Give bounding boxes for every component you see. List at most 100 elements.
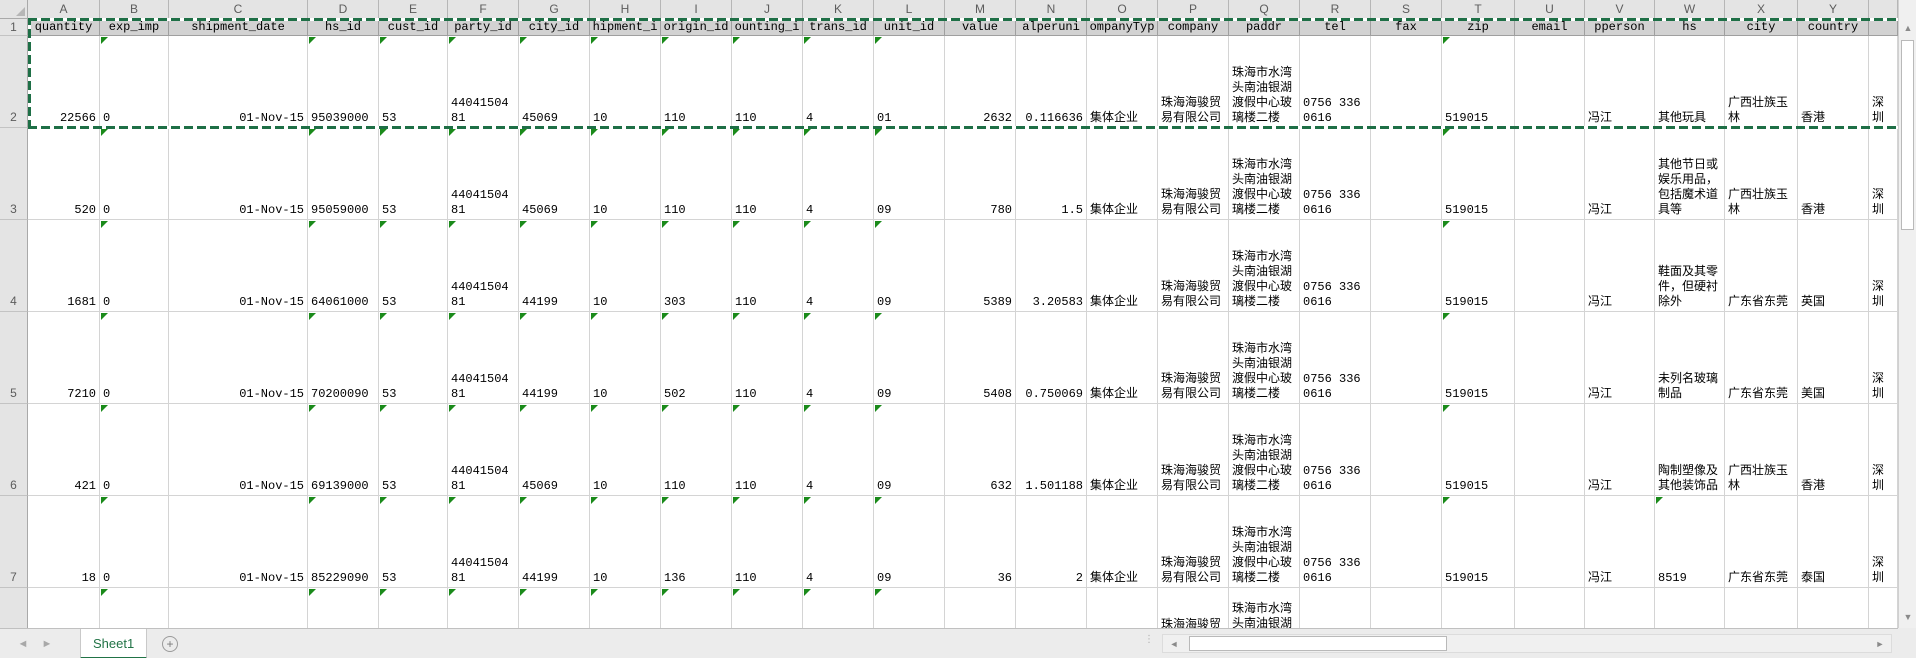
cell-H3[interactable]: 10 — [590, 128, 661, 220]
cell-T2[interactable]: 519015 — [1442, 36, 1515, 128]
cell-R8[interactable] — [1300, 588, 1371, 628]
cell-A3[interactable]: 520 — [28, 128, 100, 220]
cell-K5[interactable]: 4 — [803, 312, 874, 404]
cell-X2[interactable]: 广西壮族玉林 — [1725, 36, 1798, 128]
column-header-Q[interactable]: Q — [1229, 0, 1300, 19]
cell-R7[interactable]: 0756 3360616 — [1300, 496, 1371, 588]
column-header-N[interactable]: N — [1016, 0, 1087, 19]
cell-R3[interactable]: 0756 3360616 — [1300, 128, 1371, 220]
cell-I3[interactable]: 110 — [661, 128, 732, 220]
cell-W7[interactable]: 8519 — [1655, 496, 1725, 588]
cell-N3[interactable]: 1.5 — [1016, 128, 1087, 220]
header-cell-Q1[interactable]: paddr — [1229, 19, 1300, 36]
cell-R6[interactable]: 0756 3360616 — [1300, 404, 1371, 496]
cell-Q4[interactable]: 珠海市水湾头南油银湖渡假中心玻璃楼二楼 — [1229, 220, 1300, 312]
cell-K8[interactable] — [803, 588, 874, 628]
cell-C7[interactable]: 01-Nov-15 — [169, 496, 308, 588]
header-cell-N1[interactable]: alperuni — [1016, 19, 1087, 36]
header-cell-U1[interactable]: email — [1515, 19, 1585, 36]
cell-K3[interactable]: 4 — [803, 128, 874, 220]
header-cell-I1[interactable]: origin_id — [661, 19, 732, 36]
column-header-T[interactable]: T — [1442, 0, 1515, 19]
cell-M8[interactable] — [945, 588, 1016, 628]
scroll-up-icon[interactable]: ▲ — [1899, 19, 1916, 37]
column-header-B[interactable]: B — [100, 0, 169, 19]
cell-P2[interactable]: 珠海海骏贸易有限公司 — [1158, 36, 1229, 128]
cell-P8[interactable]: 珠海海骏贸易有限公司 — [1158, 588, 1229, 628]
column-header-V[interactable]: V — [1585, 0, 1655, 19]
cell-S7[interactable] — [1371, 496, 1442, 588]
cell-Z8[interactable] — [1869, 588, 1898, 628]
tab-splitter-handle[interactable]: ⋮ — [1144, 635, 1154, 645]
cell-V7[interactable]: 冯江 — [1585, 496, 1655, 588]
cell-B3[interactable]: 0 — [100, 128, 169, 220]
row-header-7[interactable]: 7 — [0, 496, 28, 588]
cell-V2[interactable]: 冯江 — [1585, 36, 1655, 128]
cell-X3[interactable]: 广西壮族玉林 — [1725, 128, 1798, 220]
vertical-scrollbar-thumb[interactable] — [1901, 40, 1914, 230]
cell-Y2[interactable]: 香港 — [1798, 36, 1869, 128]
cell-Z5[interactable]: 深圳 — [1869, 312, 1898, 404]
cell-G5[interactable]: 44199 — [519, 312, 590, 404]
cell-F5[interactable]: 4404150481 — [448, 312, 519, 404]
column-header-O[interactable]: O — [1087, 0, 1158, 19]
cell-W5[interactable]: 未列名玻璃制品 — [1655, 312, 1725, 404]
cell-J3[interactable]: 110 — [732, 128, 803, 220]
cell-I2[interactable]: 110 — [661, 36, 732, 128]
cell-E7[interactable]: 53 — [379, 496, 448, 588]
cell-L8[interactable] — [874, 588, 945, 628]
cell-O8[interactable] — [1087, 588, 1158, 628]
column-header-A[interactable]: A — [28, 0, 100, 19]
cell-J4[interactable]: 110 — [732, 220, 803, 312]
cell-O2[interactable]: 集体企业 — [1087, 36, 1158, 128]
cell-F7[interactable]: 4404150481 — [448, 496, 519, 588]
cell-K7[interactable]: 4 — [803, 496, 874, 588]
cell-B5[interactable]: 0 — [100, 312, 169, 404]
cell-H4[interactable]: 10 — [590, 220, 661, 312]
column-header-C[interactable]: C — [169, 0, 308, 19]
column-header-J[interactable]: J — [732, 0, 803, 19]
cell-T6[interactable]: 519015 — [1442, 404, 1515, 496]
row-header-4[interactable]: 4 — [0, 220, 28, 312]
column-header-P[interactable]: P — [1158, 0, 1229, 19]
cell-E4[interactable]: 53 — [379, 220, 448, 312]
select-all-corner[interactable] — [0, 0, 28, 19]
cell-K4[interactable]: 4 — [803, 220, 874, 312]
cell-L5[interactable]: 09 — [874, 312, 945, 404]
cell-K2[interactable]: 4 — [803, 36, 874, 128]
cell-V5[interactable]: 冯江 — [1585, 312, 1655, 404]
cell-W8[interactable] — [1655, 588, 1725, 628]
cell-Q6[interactable]: 珠海市水湾头南油银湖渡假中心玻璃楼二楼 — [1229, 404, 1300, 496]
cell-X5[interactable]: 广东省东莞 — [1725, 312, 1798, 404]
cell-Z4[interactable]: 深圳 — [1869, 220, 1898, 312]
cell-L2[interactable]: 01 — [874, 36, 945, 128]
cell-U8[interactable] — [1515, 588, 1585, 628]
header-cell-V1[interactable]: pperson — [1585, 19, 1655, 36]
cell-A2[interactable]: 22566 — [28, 36, 100, 128]
cell-N8[interactable] — [1016, 588, 1087, 628]
cell-F3[interactable]: 4404150481 — [448, 128, 519, 220]
cell-H8[interactable] — [590, 588, 661, 628]
column-header-H[interactable]: H — [590, 0, 661, 19]
cell-Y4[interactable]: 英国 — [1798, 220, 1869, 312]
cell-I6[interactable]: 110 — [661, 404, 732, 496]
cell-U2[interactable] — [1515, 36, 1585, 128]
row-header-2[interactable]: 2 — [0, 36, 28, 128]
header-cell-W1[interactable]: hs — [1655, 19, 1725, 36]
column-header-D[interactable]: D — [308, 0, 379, 19]
row-header-8[interactable]: 8 — [0, 588, 28, 628]
cell-W6[interactable]: 陶制塑像及其他装饰品 — [1655, 404, 1725, 496]
header-cell-M1[interactable]: value — [945, 19, 1016, 36]
cell-D3[interactable]: 95059000 — [308, 128, 379, 220]
cell-M5[interactable]: 5408 — [945, 312, 1016, 404]
cell-Y5[interactable]: 美国 — [1798, 312, 1869, 404]
cell-Q7[interactable]: 珠海市水湾头南油银湖渡假中心玻璃楼二楼 — [1229, 496, 1300, 588]
cell-U4[interactable] — [1515, 220, 1585, 312]
cell-D7[interactable]: 85229090 — [308, 496, 379, 588]
cell-T5[interactable]: 519015 — [1442, 312, 1515, 404]
cell-J7[interactable]: 110 — [732, 496, 803, 588]
header-cell-S1[interactable]: fax — [1371, 19, 1442, 36]
cell-N7[interactable]: 2 — [1016, 496, 1087, 588]
column-header-S[interactable]: S — [1371, 0, 1442, 19]
cell-G7[interactable]: 44199 — [519, 496, 590, 588]
